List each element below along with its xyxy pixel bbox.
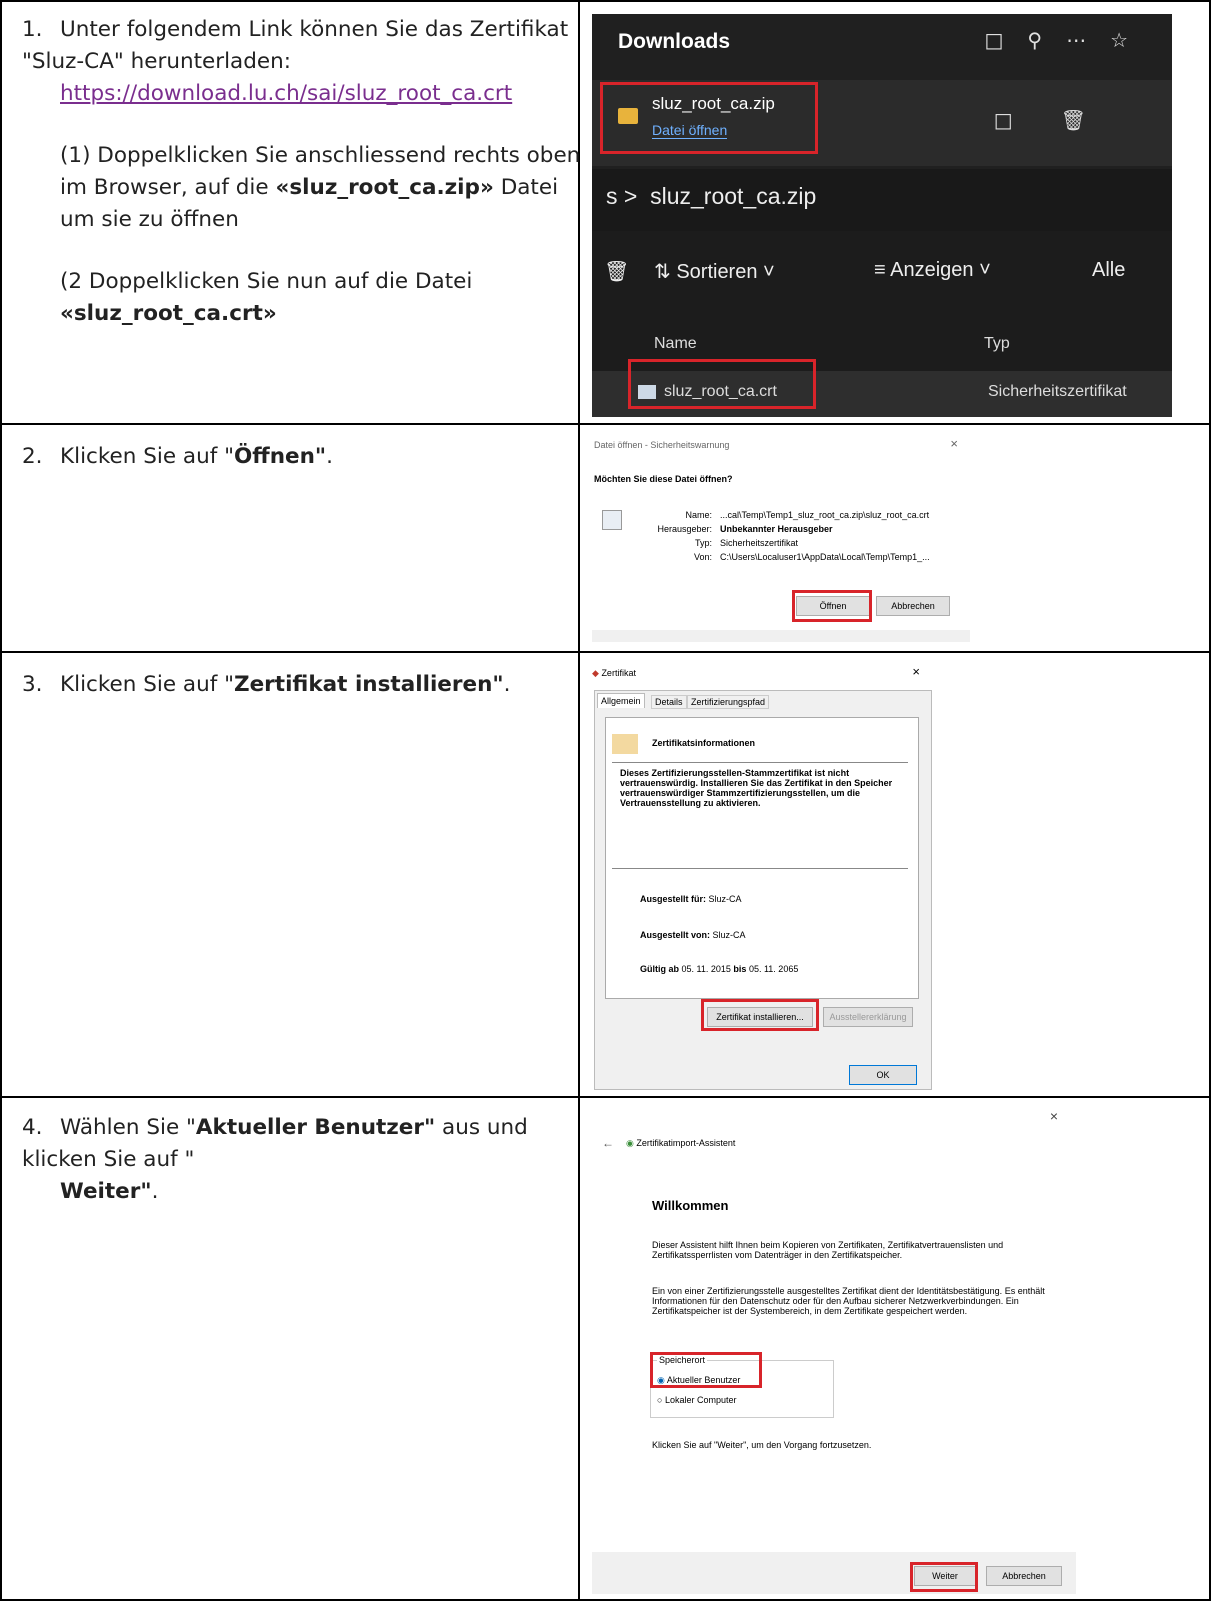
security-warning-dialog: Datei öffnen - Sicherheitswarnung × Möch… <box>592 434 970 642</box>
wizard-footer: Weiter Abbrechen <box>592 1552 1076 1594</box>
step-2-text: 2. Klicken Sie auf "Öffnen". <box>22 441 582 473</box>
certificate-warning-icon <box>612 734 638 754</box>
issued-by-row: Ausgestellt von: Sluz-CA <box>640 930 746 940</box>
divider <box>612 868 908 869</box>
highlight-box <box>628 359 816 409</box>
wizard-description: Ein von einer Zertifizierungsstelle ausg… <box>652 1286 1045 1316</box>
view-button[interactable]: ≡ Anzeigen ˅ <box>874 259 991 282</box>
issued-to-row: Ausgestellt für: Sluz-CA <box>640 894 742 904</box>
step-number: 1. <box>22 17 43 42</box>
cancel-button[interactable]: Abbrechen <box>876 596 950 616</box>
step-1-sub2: (2 Doppelklicken Sie nun auf die Datei <box>60 269 473 294</box>
table-border-bottom <box>0 1599 1211 1601</box>
wizard-intro: Dieser Assistent hilft Ihnen beim Kopier… <box>652 1240 1004 1260</box>
highlight-box <box>600 82 818 154</box>
file-name-value: ...cal\Temp\Temp1_sluz_root_ca.zip\sluz_… <box>720 510 930 520</box>
step-number: 4. <box>22 1115 43 1140</box>
dialog-title: ◆ Zertifikat <box>592 668 636 678</box>
dialog-labels: Name: Herausgeber: Typ: Von: <box>657 510 712 562</box>
explorer-toolbar: 🗑 ⇅ Sortieren ˅ ≡ Anzeigen ˅ Alle <box>592 231 1172 313</box>
table-row-divider <box>0 1096 1211 1098</box>
validity-row: Gültig ab 05. 11. 2015 bis 05. 11. 2065 <box>640 964 799 974</box>
info-title: Zertifikatsinformationen <box>652 738 756 748</box>
highlight-box <box>650 1352 762 1388</box>
highlight-box <box>701 999 819 1031</box>
trash-icon[interactable]: 🗑 <box>604 259 629 284</box>
highlight-box <box>910 1562 978 1592</box>
certificate-dialog: ◆ Zertifikat × Allgemein Details Zertifi… <box>592 662 940 1092</box>
step-2-bold: Öffnen" <box>234 444 327 469</box>
address-path: s > sluz_root_ca.zip <box>606 183 817 209</box>
file-row-type: Sicherheitszertifikat <box>988 383 1127 400</box>
dialog-question: Möchten Sie diese Datei öffnen? <box>594 474 733 484</box>
explorer-address-bar: s > sluz_root_ca.zip <box>592 169 1172 231</box>
step-4-text: 4. Wählen Sie "Aktueller Benutzer" aus un… <box>22 1112 582 1208</box>
table-border-right <box>1209 0 1211 1601</box>
divider <box>612 762 908 763</box>
radio-local-computer[interactable]: ○ Lokaler Computer <box>657 1395 737 1405</box>
issuer-statement-button: Ausstellererklärung <box>823 1007 913 1027</box>
step-3-bold: Zertifikat installieren" <box>234 672 504 697</box>
radio-empty-icon: ○ <box>657 1395 663 1405</box>
folder-icon[interactable]: □ <box>985 28 1028 52</box>
step-number: 3. <box>22 672 43 697</box>
wizard-title: ◉ Zertifikatimport-Assistent <box>626 1138 736 1148</box>
step-1-text: 1. Unter folgendem Link können Sie das Ze… <box>22 14 582 330</box>
download-link[interactable]: https://download.lu.ch/sai/sluz_root_ca.… <box>60 81 512 106</box>
close-icon[interactable]: × <box>950 436 958 451</box>
folder-icon[interactable]: □ <box>994 108 1061 132</box>
screenshot-downloads: Downloads □⚲⋯☆ sluz_root_ca.zip Datei öf… <box>592 14 1172 418</box>
step-3-text: 3. Klicken Sie auf "Zertifikat installier… <box>22 669 582 701</box>
trash-icon[interactable]: 🗑 <box>1061 108 1134 132</box>
issued-to-value: Sluz-CA <box>708 894 742 904</box>
table-row-divider <box>0 651 1211 653</box>
highlight-box <box>792 590 872 622</box>
zip-filename: «sluz_root_ca.zip» <box>275 175 494 200</box>
step-1-intro: Unter folgendem Link können Sie das Zert… <box>22 17 569 74</box>
dialog-body: Allgemein Details Zertifizierungspfad Ze… <box>594 690 932 1090</box>
downloads-title: Downloads <box>618 30 731 53</box>
dialog-title: Datei öffnen - Sicherheitswarnung <box>594 440 730 450</box>
dialog-values: ...cal\Temp\Temp1_sluz_root_ca.zip\sluz_… <box>720 508 930 564</box>
search-icon[interactable]: ⚲ <box>1027 28 1066 52</box>
table-border-top <box>0 0 1211 2</box>
more-icon[interactable]: ⋯ <box>1066 28 1110 52</box>
sort-button[interactable]: ⇅ Sortieren ˅ <box>654 259 775 284</box>
table-border-left <box>0 0 2 1601</box>
step-4-bold-2: Weiter" <box>60 1179 152 1204</box>
cancel-button[interactable]: Abbrechen <box>986 1566 1062 1586</box>
tab-general[interactable]: Allgemein <box>597 693 645 708</box>
certificate-icon: ◉ <box>626 1138 634 1148</box>
certificate-icon: ◆ <box>592 668 599 678</box>
tab-details[interactable]: Details <box>651 695 687 709</box>
column-name[interactable]: Name <box>654 335 697 353</box>
from-value: C:\Users\Localuser1\AppData\Local\Temp\T… <box>720 552 930 562</box>
item-actions[interactable]: □🗑 <box>994 108 1134 132</box>
certificate-info-panel: Zertifikatsinformationen Dieses Zertifiz… <box>605 717 919 999</box>
close-icon[interactable]: × <box>912 664 920 679</box>
wizard-heading: Willkommen <box>652 1198 729 1213</box>
step-4-bold: Aktueller Benutzer" <box>195 1115 436 1140</box>
trust-warning-text: Dieses Zertifizierungsstellen-Stammzerti… <box>620 768 893 808</box>
address-folder: sluz_root_ca.zip <box>650 183 817 209</box>
dialog-footer <box>592 630 970 642</box>
back-arrow-icon[interactable]: ← <box>602 1136 614 1150</box>
extract-all-button[interactable]: Alle <box>1092 259 1125 282</box>
column-type[interactable]: Typ <box>984 335 1010 353</box>
continue-hint: Klicken Sie auf "Weiter", um den Vorgang… <box>652 1440 872 1450</box>
step-number: 2. <box>22 444 43 469</box>
type-value: Sicherheitszertifikat <box>720 538 799 548</box>
tab-certification-path[interactable]: Zertifizierungspfad <box>687 695 770 709</box>
issued-by-value: Sluz-CA <box>712 930 746 940</box>
downloads-panel: Downloads □⚲⋯☆ sluz_root_ca.zip Datei öf… <box>592 14 1172 169</box>
ok-button[interactable]: OK <box>849 1065 917 1085</box>
import-wizard-dialog: × ← ◉ Zertifikatimport-Assistent Willkom… <box>592 1104 1082 1594</box>
downloads-toolbar-icons[interactable]: □⚲⋯☆ <box>985 28 1153 52</box>
close-icon[interactable]: × <box>1050 1108 1058 1124</box>
pin-icon[interactable]: ☆ <box>1110 28 1152 52</box>
crt-filename: «sluz_root_ca.crt» <box>60 301 277 326</box>
table-row-divider <box>0 423 1211 425</box>
publisher-value: Unbekannter Herausgeber <box>720 524 833 534</box>
